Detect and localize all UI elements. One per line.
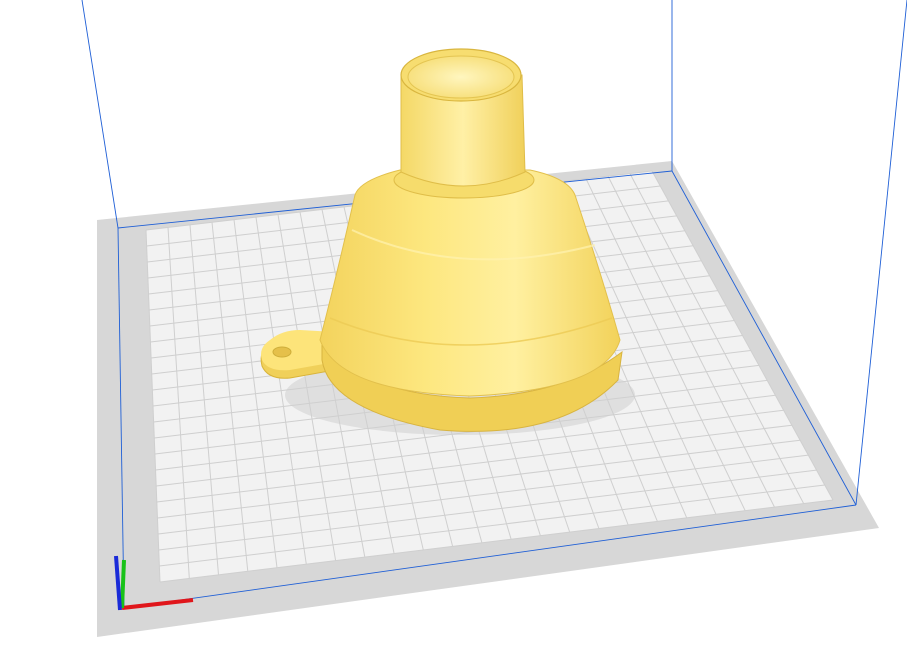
cone-body xyxy=(319,169,621,397)
3d-build-plate-viewport[interactable] xyxy=(0,0,907,655)
tab-hole-icon xyxy=(272,346,292,358)
y-axis-line xyxy=(120,559,126,609)
neck-opening xyxy=(407,55,515,99)
